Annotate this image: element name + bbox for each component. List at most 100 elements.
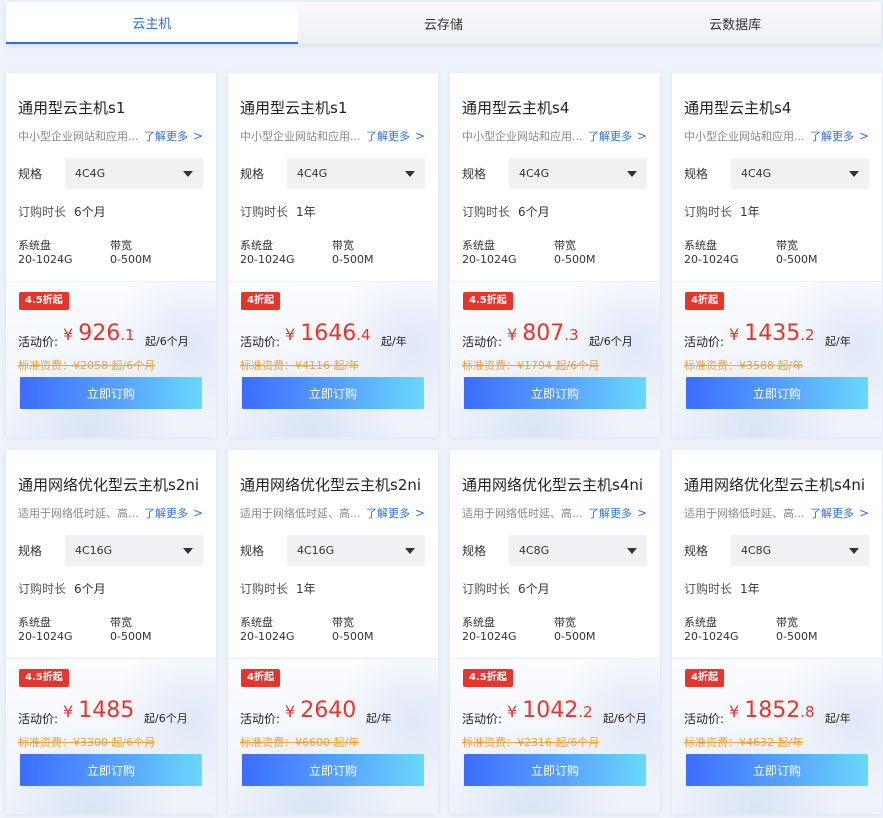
buy-now-button[interactable]: 立即订购: [242, 754, 424, 786]
disk-value: 20-1024G: [240, 630, 295, 643]
price-integer: 1485: [78, 698, 135, 723]
spec-select[interactable]: 4C8G: [731, 535, 869, 566]
spec-select[interactable]: 4C4G: [731, 158, 869, 189]
spec-label: 规格: [240, 544, 265, 558]
tab-cloud-host[interactable]: 云主机: [6, 2, 298, 44]
product-title: 通用型云主机s1: [240, 99, 348, 117]
promo-price-label: 活动价:: [18, 335, 59, 349]
learn-more-label: 了解更多: [144, 130, 188, 143]
learn-more-link[interactable]: 了解更多 >: [810, 128, 869, 144]
promo-price-label: 活动价:: [240, 335, 281, 349]
spec-value: 4C4G: [75, 167, 106, 180]
standard-price: 标准资费：¥4632 起/年: [684, 736, 804, 749]
promo-price-label: 活动价:: [684, 712, 725, 726]
spec-select[interactable]: 4C4G: [287, 158, 425, 189]
product-card: 通用网络优化型云主机s2ni 适用于网络低时延、高... 了解更多 > 规格 4C…: [228, 450, 438, 814]
caret-down-icon: [627, 171, 637, 177]
buy-now-button[interactable]: 立即订购: [686, 377, 868, 409]
spec-value: 4C4G: [741, 167, 772, 180]
promo-price-label: 活动价:: [462, 335, 503, 349]
card-top: 通用型云主机s1 中小型企业网站和应用... 了解更多 > 规格 4C4G 订购时…: [228, 73, 438, 281]
card-pricing: 4.5折起 活动价: ¥ 926.1 起/6个月 标准资费：¥2058 起/6个…: [6, 281, 216, 437]
buy-now-button[interactable]: 立即订购: [464, 377, 646, 409]
bandwidth-value: 0-500M: [110, 630, 152, 643]
learn-more-label: 了解更多: [810, 507, 854, 520]
duration-label: 订购时长: [240, 205, 289, 219]
disk-label: 系统盘: [462, 239, 495, 252]
discount-badge: 4折起: [685, 669, 724, 687]
learn-more-link[interactable]: 了解更多 >: [588, 505, 647, 521]
currency-symbol: ¥: [729, 702, 740, 721]
learn-more-link[interactable]: 了解更多 >: [144, 128, 203, 144]
duration-label: 订购时长: [240, 582, 289, 596]
chevron-right-icon: >: [415, 129, 426, 143]
learn-more-label: 了解更多: [588, 130, 632, 143]
product-description: 适用于网络低时延、高...: [240, 507, 361, 520]
spec-select[interactable]: 4C4G: [509, 158, 647, 189]
buy-now-button[interactable]: 立即订购: [242, 377, 424, 409]
promo-price: ¥ 1485: [63, 698, 134, 723]
spec-label: 规格: [462, 544, 487, 558]
price-unit: 起/年: [381, 335, 407, 348]
disk-label: 系统盘: [462, 616, 495, 629]
promo-price: ¥ 2640: [285, 698, 356, 723]
product-title: 通用网络优化型云主机s4ni: [684, 476, 866, 494]
card-top: 通用网络优化型云主机s4ni 适用于网络低时延、高... 了解更多 > 规格 4C…: [672, 450, 882, 658]
bandwidth-label: 带宽: [554, 239, 576, 252]
disk-label: 系统盘: [18, 616, 51, 629]
bandwidth-value: 0-500M: [110, 253, 152, 266]
tab-cloud-database[interactable]: 云数据库: [589, 2, 882, 44]
spec-select[interactable]: 4C16G: [65, 535, 203, 566]
disk-value: 20-1024G: [240, 253, 295, 266]
buy-now-button[interactable]: 立即订购: [20, 754, 202, 786]
chevron-right-icon: >: [859, 506, 870, 520]
price-decimal: .3: [564, 326, 579, 344]
learn-more-link[interactable]: 了解更多 >: [366, 505, 425, 521]
card-pricing: 4折起 活动价: ¥ 2640 起/年 标准资费：¥6600 起/年 立即订购: [228, 658, 438, 814]
caret-down-icon: [627, 548, 637, 554]
disk-value: 20-1024G: [462, 253, 517, 266]
card-top: 通用型云主机s4 中小型企业网站和应用... 了解更多 > 规格 4C4G 订购时…: [450, 73, 660, 281]
price-decimal: .2: [578, 703, 593, 721]
price-integer: 1646: [300, 321, 357, 346]
card-pricing: 4.5折起 活动价: ¥ 1485 起/6个月 标准资费：¥3300 起/6个月…: [6, 658, 216, 814]
product-description: 中小型企业网站和应用...: [684, 130, 805, 143]
card-top: 通用网络优化型云主机s4ni 适用于网络低时延、高... 了解更多 > 规格 4C…: [450, 450, 660, 658]
price-decimal: .1: [120, 326, 135, 344]
discount-badge: 4折起: [241, 292, 280, 310]
spec-select[interactable]: 4C8G: [509, 535, 647, 566]
price-unit: 起/年: [825, 712, 851, 725]
product-card: 通用网络优化型云主机s4ni 适用于网络低时延、高... 了解更多 > 规格 4C…: [672, 450, 882, 814]
bandwidth-label: 带宽: [776, 239, 798, 252]
duration-label: 订购时长: [18, 582, 67, 596]
disk-value: 20-1024G: [462, 630, 517, 643]
learn-more-link[interactable]: 了解更多 >: [366, 128, 425, 144]
buy-now-button[interactable]: 立即订购: [20, 377, 202, 409]
spec-select[interactable]: 4C16G: [287, 535, 425, 566]
disk-value: 20-1024G: [18, 630, 73, 643]
learn-more-link[interactable]: 了解更多 >: [810, 505, 869, 521]
discount-badge: 4.5折起: [463, 669, 513, 687]
product-title: 通用型云主机s4: [462, 99, 570, 117]
currency-symbol: ¥: [507, 702, 518, 721]
buy-now-button[interactable]: 立即订购: [464, 754, 646, 786]
learn-more-link[interactable]: 了解更多 >: [588, 128, 647, 144]
bandwidth-value: 0-500M: [776, 630, 818, 643]
learn-more-label: 了解更多: [810, 130, 854, 143]
spec-select[interactable]: 4C4G: [65, 158, 203, 189]
spec-label: 规格: [18, 167, 43, 181]
duration-label: 订购时长: [684, 582, 733, 596]
promo-price: ¥ 926.1: [63, 321, 135, 346]
standard-price: 标准资费：¥2316 起/6个月: [462, 736, 600, 749]
learn-more-link[interactable]: 了解更多 >: [144, 505, 203, 521]
bandwidth-label: 带宽: [554, 616, 576, 629]
promo-price: ¥ 1852.8: [729, 698, 815, 723]
tab-cloud-storage[interactable]: 云存储: [297, 2, 590, 44]
buy-now-button[interactable]: 立即订购: [686, 754, 868, 786]
spec-value: 4C4G: [519, 167, 550, 180]
product-description: 适用于网络低时延、高...: [462, 507, 583, 520]
standard-price: 标准资费：¥6600 起/年: [240, 736, 360, 749]
discount-badge: 4.5折起: [463, 292, 513, 310]
chevron-right-icon: >: [637, 129, 648, 143]
caret-down-icon: [405, 171, 415, 177]
